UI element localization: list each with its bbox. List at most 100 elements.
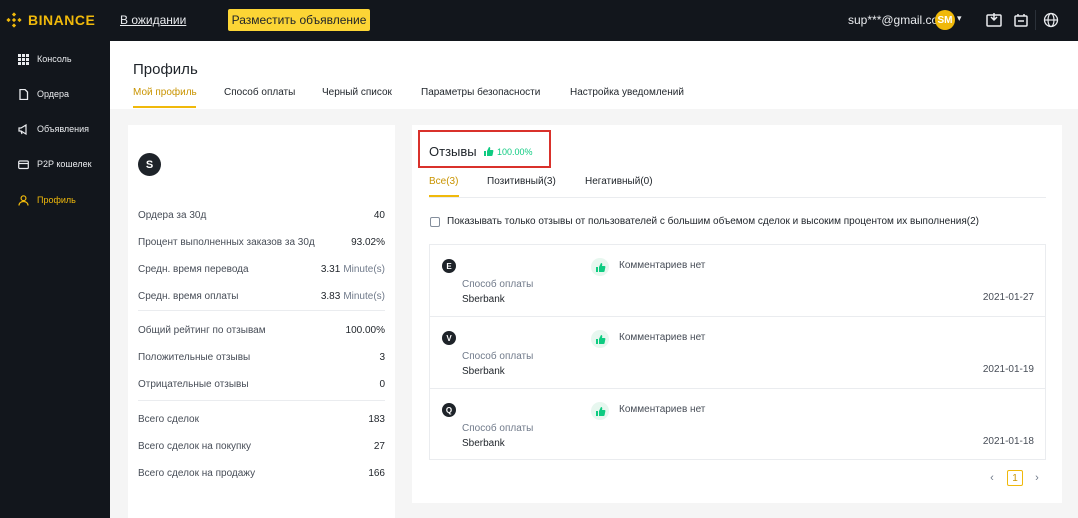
stat-value: 0 bbox=[379, 378, 385, 390]
reviews-positive-rate: 100.00% bbox=[483, 146, 533, 157]
megaphone-icon bbox=[17, 123, 29, 135]
stat-divider bbox=[138, 310, 385, 311]
stat-value: 100.00% bbox=[345, 324, 385, 336]
profile-header: Профиль Мой профиль Способ оплаты Черный… bbox=[110, 41, 1078, 109]
binance-logo-icon bbox=[6, 12, 22, 28]
pagination-next-icon[interactable]: › bbox=[1031, 471, 1043, 485]
stat-label: Процент выполненных заказов за 30д bbox=[138, 236, 315, 248]
list-item: E Способ оплаты Sberbank Комментариев не… bbox=[430, 245, 1045, 316]
user-email[interactable]: sup***@gmail.com bbox=[848, 13, 948, 27]
tab-security-settings[interactable]: Параметры безопасности bbox=[421, 87, 540, 98]
sidebar-item-label: Объявления bbox=[37, 124, 90, 134]
stat-label: Отрицательные отзывы bbox=[138, 378, 249, 390]
chevron-down-icon[interactable]: ▾ bbox=[957, 13, 962, 24]
page-title: Профиль bbox=[133, 61, 198, 78]
reviewer-avatar: V bbox=[442, 331, 456, 345]
stat-label: Положительные отзывы bbox=[138, 351, 251, 363]
filter-label: Показывать только отзывы от пользователе… bbox=[447, 216, 979, 227]
stat-label: Средн. время перевода bbox=[138, 263, 249, 275]
tab-reviews-negative[interactable]: Негативный(0) bbox=[585, 176, 653, 187]
list-item: Q Способ оплаты Sberbank Комментариев не… bbox=[430, 389, 1045, 460]
tab-notification-settings[interactable]: Настройка уведомлений bbox=[570, 87, 684, 98]
stat-total-sell: Всего сделок на продажу 166 bbox=[138, 466, 385, 480]
stat-label: Общий рейтинг по отзывам bbox=[138, 324, 266, 336]
stat-value: 3 bbox=[379, 351, 385, 363]
thumbs-up-icon bbox=[591, 330, 609, 348]
review-date: 2021-01-27 bbox=[982, 292, 1034, 303]
sidebar-item-ads[interactable]: Объявления bbox=[0, 119, 110, 139]
filter-high-volume-users[interactable]: Показывать только отзывы от пользователе… bbox=[430, 216, 979, 227]
notification-icon[interactable] bbox=[1012, 11, 1030, 29]
tab-reviews-all[interactable]: Все(3) bbox=[429, 176, 458, 187]
binance-logo[interactable]: BINANCE bbox=[6, 11, 95, 29]
sidebar-item-label: Консоль bbox=[37, 54, 72, 64]
wallet-icon bbox=[17, 158, 29, 170]
stat-label: Средн. время оплаты bbox=[138, 290, 239, 302]
payment-method-value: Sberbank bbox=[462, 294, 505, 305]
profile-avatar: S bbox=[138, 153, 161, 176]
stat-total-trades: Всего сделок 183 bbox=[138, 412, 385, 426]
review-date: 2021-01-19 bbox=[982, 364, 1034, 375]
reviewer-avatar: Q bbox=[442, 403, 456, 417]
sidebar-item-console[interactable]: Консоль bbox=[0, 49, 110, 69]
tab-payment-methods[interactable]: Способ оплаты bbox=[224, 87, 295, 98]
stat-label: Всего сделок bbox=[138, 413, 199, 425]
reviews-panel: Отзывы 100.00% Все(3) Позитивный(3) Нега… bbox=[412, 125, 1062, 503]
post-ad-button[interactable]: Разместить объявление bbox=[228, 9, 370, 31]
stat-divider bbox=[138, 400, 385, 401]
payment-method-value: Sberbank bbox=[462, 438, 505, 449]
list-item: V Способ оплаты Sberbank Комментариев не… bbox=[430, 317, 1045, 388]
globe-icon[interactable] bbox=[1042, 11, 1060, 29]
review-comment: Комментариев нет bbox=[619, 260, 706, 271]
stat-value: 166 bbox=[368, 467, 385, 479]
stat-label: Ордера за 30д bbox=[138, 209, 207, 221]
review-list: E Способ оплаты Sberbank Комментариев не… bbox=[429, 244, 1046, 460]
payment-method-label: Способ оплаты bbox=[462, 351, 534, 362]
stat-positive-reviews: Положительные отзывы 3 bbox=[138, 350, 385, 364]
logo-text: BINANCE bbox=[28, 12, 96, 28]
stat-unit: Minute(s) bbox=[343, 290, 385, 302]
payment-method-label: Способ оплаты bbox=[462, 279, 534, 290]
sidebar-item-label: P2P кошелек bbox=[37, 159, 92, 169]
topbar-divider bbox=[1035, 10, 1036, 30]
user-avatar[interactable]: SM bbox=[935, 10, 955, 30]
review-comment: Комментариев нет bbox=[619, 404, 706, 415]
review-comment: Комментариев нет bbox=[619, 332, 706, 343]
stat-unit: Minute(s) bbox=[343, 263, 385, 275]
stat-value: 93.02% bbox=[351, 236, 385, 248]
sidebar-item-p2p-wallet[interactable]: P2P кошелек bbox=[0, 154, 110, 174]
stat-value: 3.83 bbox=[320, 290, 341, 302]
payment-method-label: Способ оплаты bbox=[462, 423, 534, 434]
thumbs-up-icon bbox=[591, 258, 609, 276]
pending-orders-link[interactable]: В ожидании bbox=[120, 13, 186, 27]
thumbs-up-icon bbox=[591, 402, 609, 420]
payment-method-value: Sberbank bbox=[462, 366, 505, 377]
stat-label: Всего сделок на продажу bbox=[138, 467, 256, 479]
review-date: 2021-01-18 bbox=[982, 436, 1034, 447]
tab-reviews-positive[interactable]: Позитивный(3) bbox=[487, 176, 556, 187]
sidebar: Консоль Ордера Объявления P2P кошелек Пр… bbox=[0, 41, 110, 518]
stat-value: 27 bbox=[373, 440, 385, 452]
reviews-title: Отзывы bbox=[429, 144, 477, 159]
user-icon bbox=[17, 194, 29, 206]
stat-completion-30d: Процент выполненных заказов за 30д 93.02… bbox=[138, 235, 385, 249]
stat-label: Всего сделок на покупку bbox=[138, 440, 251, 452]
tab-blacklist[interactable]: Черный список bbox=[322, 87, 392, 98]
sidebar-item-label: Ордера bbox=[37, 89, 70, 99]
download-app-icon[interactable] bbox=[985, 11, 1003, 29]
stat-value-group: 3.31 Minute(s) bbox=[321, 264, 385, 275]
reviews-rate-value: 100.00% bbox=[497, 146, 533, 157]
pagination-prev-icon[interactable]: ‹ bbox=[986, 471, 998, 485]
active-tab-indicator bbox=[133, 106, 196, 108]
document-icon bbox=[17, 88, 29, 100]
tab-my-profile[interactable]: Мой профиль bbox=[133, 87, 197, 98]
grid-icon bbox=[17, 53, 29, 65]
stat-value: 3.31 bbox=[320, 263, 341, 275]
stat-total-buy: Всего сделок на покупку 27 bbox=[138, 439, 385, 453]
filter-checkbox[interactable] bbox=[430, 216, 440, 227]
sidebar-item-profile[interactable]: Профиль bbox=[0, 190, 110, 210]
profile-stats-panel: S Ордера за 30д 40 Процент выполненных з… bbox=[128, 125, 395, 518]
sidebar-item-orders[interactable]: Ордера bbox=[0, 84, 110, 104]
pagination-page[interactable]: 1 bbox=[1007, 470, 1023, 486]
stat-value-group: 3.83 Minute(s) bbox=[321, 291, 385, 302]
